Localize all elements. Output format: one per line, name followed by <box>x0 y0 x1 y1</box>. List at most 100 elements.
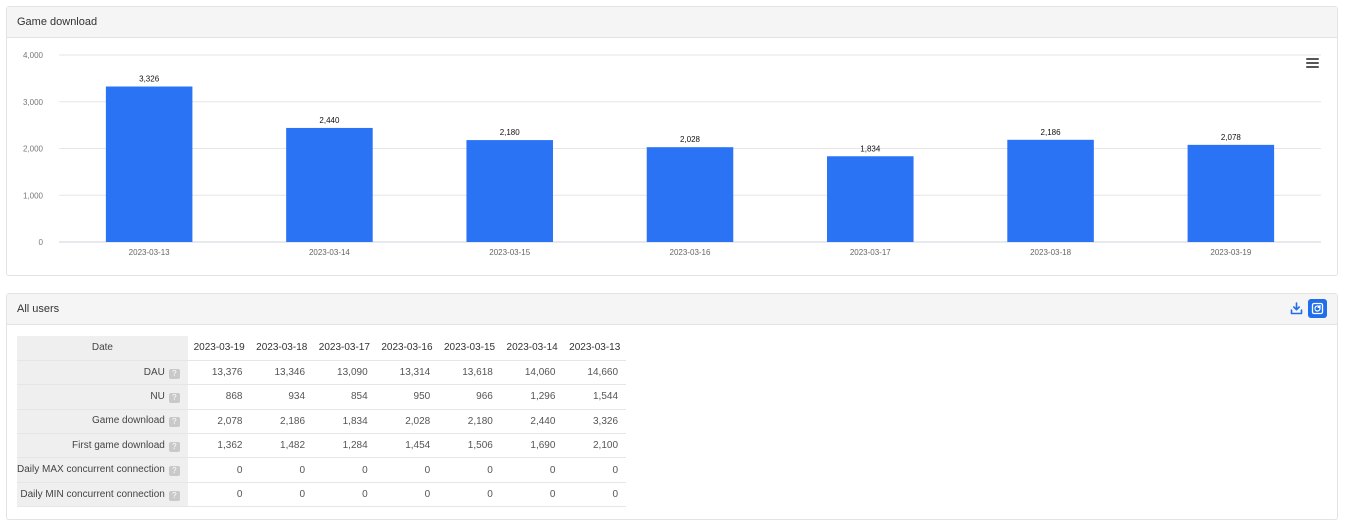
table-row: Daily MIN concurrent connection? 0 0 0 0… <box>17 482 627 508</box>
table-cell: 0 <box>250 482 314 508</box>
table-cell: 2,186 <box>250 409 314 435</box>
table-cell: 1,296 <box>500 384 564 410</box>
table-cell: 0 <box>375 482 439 508</box>
table-row: First game download? 1,362 1,482 1,284 1… <box>17 433 627 459</box>
x-tick-label: 2023-03-18 <box>1030 248 1071 257</box>
chart-panel-title: Game download <box>17 16 98 28</box>
y-tick-label: 2,000 <box>23 145 44 154</box>
table-cell: 868 <box>187 384 251 410</box>
data-label: 2,078 <box>1221 133 1242 142</box>
table-cell: 0 <box>438 482 501 508</box>
table-cell: 1,482 <box>250 433 314 459</box>
bar <box>827 156 914 242</box>
table-header-row: Date 2023-03-19 2023-03-18 2023-03-17 20… <box>17 336 627 361</box>
row-label: Game download? <box>17 409 188 435</box>
table-cell: 1,834 <box>313 409 376 435</box>
header-date: 2023-03-15 <box>438 336 501 361</box>
table-cell: 966 <box>438 384 501 410</box>
table-cell: 1,544 <box>563 384 627 410</box>
table-panel-title: All users <box>17 303 60 315</box>
table-cell: 14,660 <box>563 360 627 386</box>
bar <box>466 140 553 242</box>
table-cell: 0 <box>500 457 564 483</box>
table-cell: 14,060 <box>500 360 564 386</box>
hamburger-menu-icon[interactable] <box>1306 58 1319 69</box>
data-label: 2,028 <box>680 135 701 144</box>
download-icon[interactable] <box>1288 301 1304 317</box>
bar <box>105 86 193 243</box>
table-cell: 2,180 <box>438 409 501 435</box>
x-tick-label: 2023-03-14 <box>309 248 350 257</box>
table-cell: 0 <box>375 457 439 483</box>
header-date: 2023-03-18 <box>250 336 314 361</box>
data-label: 2,180 <box>500 128 521 137</box>
bar <box>1187 144 1275 242</box>
data-label: 2,440 <box>319 116 340 125</box>
table-row: DAU? 13,376 13,346 13,090 13,314 13,618 … <box>17 360 627 386</box>
table-cell: 0 <box>313 482 376 508</box>
chart-panel-header: Game download <box>7 7 1337 38</box>
table-panel: All users Date 2023-03-19 2023-03-18 202… <box>6 293 1338 520</box>
table-panel-header: All users <box>7 294 1337 325</box>
help-icon[interactable]: ? <box>168 441 180 452</box>
refresh-icon[interactable] <box>1308 299 1327 318</box>
table-cell: 0 <box>563 457 627 483</box>
table-cell: 934 <box>250 384 314 410</box>
table-cell: 1,690 <box>500 433 564 459</box>
table-tools <box>1288 299 1327 318</box>
header-date: 2023-03-17 <box>313 336 376 361</box>
row-label: NU? <box>17 384 188 410</box>
table-cell: 0 <box>250 457 314 483</box>
table-row: NU? 868 934 854 950 966 1,296 1,544 <box>17 384 627 410</box>
table-cell: 3,326 <box>563 409 627 435</box>
table-cell: 13,346 <box>250 360 314 386</box>
x-tick-label: 2023-03-13 <box>129 248 170 257</box>
help-icon[interactable]: ? <box>168 392 180 403</box>
header-date: 2023-03-19 <box>187 336 251 361</box>
table-cell: 13,314 <box>375 360 439 386</box>
table-cell: 1,506 <box>438 433 501 459</box>
table-cell: 13,618 <box>438 360 501 386</box>
row-label: First game download? <box>17 433 188 459</box>
x-tick-label: 2023-03-17 <box>850 248 891 257</box>
bar <box>646 147 734 242</box>
table-cell: 1,362 <box>187 433 251 459</box>
bar-chart: 0 1,000 2,000 3,000 4,000 3,326 2023-03-13 2,44… <box>23 51 1321 257</box>
table-cell: 2,028 <box>375 409 439 435</box>
data-label: 2,186 <box>1041 128 1062 137</box>
row-label: Daily MAX concurrent connection? <box>17 457 188 483</box>
table-cell: 2,100 <box>563 433 627 459</box>
help-icon[interactable]: ? <box>168 417 180 428</box>
header-date-label: Date <box>17 336 188 361</box>
table-row: Daily MAX concurrent connection? 0 0 0 0… <box>17 457 627 483</box>
header-date: 2023-03-14 <box>500 336 564 361</box>
bar <box>1007 139 1094 242</box>
data-label: 1,834 <box>860 144 881 153</box>
data-label: 3,326 <box>139 75 160 84</box>
help-icon[interactable]: ? <box>168 490 180 501</box>
x-tick-label: 2023-03-19 <box>1210 248 1251 257</box>
table-cell: 0 <box>438 457 501 483</box>
table-cell: 13,376 <box>187 360 251 386</box>
x-tick-label: 2023-03-16 <box>670 248 711 257</box>
table-row: Game download? 2,078 2,186 1,834 2,028 2… <box>17 409 627 435</box>
table-cell: 0 <box>187 482 251 508</box>
help-icon[interactable]: ? <box>168 368 180 379</box>
y-tick-label: 0 <box>39 238 44 247</box>
table-cell: 0 <box>187 457 251 483</box>
y-tick-label: 3,000 <box>23 98 44 107</box>
table-cell: 13,090 <box>313 360 376 386</box>
table-cell: 950 <box>375 384 439 410</box>
table-cell: 0 <box>500 482 564 508</box>
row-label: Daily MIN concurrent connection? <box>17 482 188 508</box>
header-date: 2023-03-16 <box>375 336 439 361</box>
row-label: DAU? <box>17 360 188 386</box>
x-tick-label: 2023-03-15 <box>489 248 530 257</box>
table-cell: 0 <box>563 482 627 508</box>
table-cell: 2,440 <box>500 409 564 435</box>
y-tick-label: 1,000 <box>23 191 44 200</box>
help-icon[interactable]: ? <box>168 466 180 477</box>
header-date: 2023-03-13 <box>563 336 627 361</box>
table-cell: 1,454 <box>375 433 439 459</box>
table-cell: 0 <box>313 457 376 483</box>
